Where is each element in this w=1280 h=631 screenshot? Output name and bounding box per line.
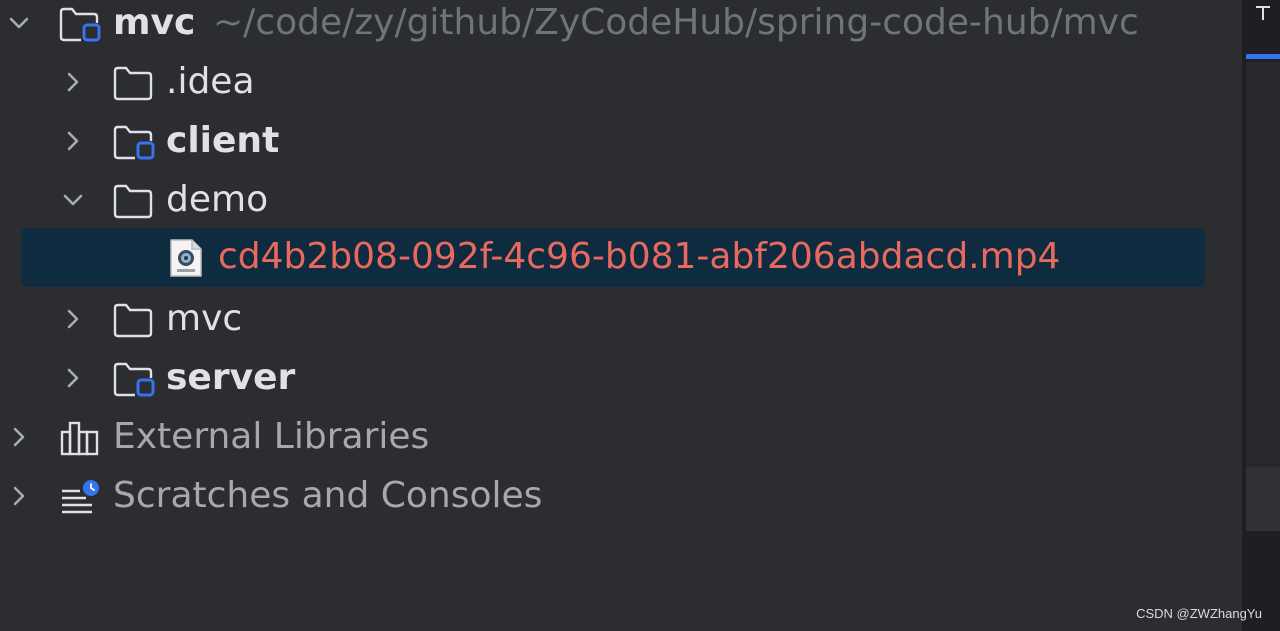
chevron-right-icon[interactable] <box>62 71 84 93</box>
module-folder-icon <box>59 7 101 42</box>
library-icon <box>60 421 99 456</box>
editor-tab-glyph <box>1256 6 1270 20</box>
tree-row-root-mvc[interactable]: mvc ~/code/zy/github/ZyCodeHub/spring-co… <box>0 0 1236 53</box>
folder-icon <box>113 66 153 101</box>
chevron-down-icon[interactable] <box>62 189 84 211</box>
editor-body <box>1246 62 1280 467</box>
tree-row-server[interactable]: server <box>0 349 1236 408</box>
folder-icon <box>113 303 153 338</box>
folder-icon <box>113 184 153 219</box>
folder-name: server <box>166 357 296 398</box>
folder-name: .idea <box>166 61 255 102</box>
chevron-right-icon[interactable] <box>62 308 84 330</box>
tree-row-mvc[interactable]: mvc <box>0 290 1236 349</box>
folder-name: client <box>166 120 280 161</box>
tree-row-external-libraries[interactable]: External Libraries <box>0 408 1236 467</box>
folder-name: mvc <box>166 298 243 339</box>
tree-row-client[interactable]: client <box>0 112 1236 171</box>
chevron-right-icon[interactable] <box>62 367 84 389</box>
project-tool-window: mvc ~/code/zy/github/ZyCodeHub/spring-co… <box>0 0 1243 631</box>
folder-name: demo <box>166 179 269 220</box>
active-tab-indicator <box>1246 54 1280 59</box>
root-folder-name: mvc <box>113 2 196 43</box>
module-folder-icon <box>113 125 155 160</box>
tree-row-scratches[interactable]: Scratches and Consoles <box>0 467 1236 526</box>
file-name: cd4b2b08-092f-4c96-b081-abf206abdacd.mp4 <box>218 236 1061 277</box>
scratches-icon <box>62 480 99 514</box>
mp4-file-icon <box>170 239 202 277</box>
chevron-right-icon[interactable] <box>8 426 30 448</box>
editor-area <box>1244 0 1280 631</box>
chevron-down-icon[interactable] <box>8 12 30 34</box>
scratches-label: Scratches and Consoles <box>113 475 543 516</box>
tree-row-mp4-file[interactable]: cd4b2b08-092f-4c96-b081-abf206abdacd.mp4 <box>0 228 1236 287</box>
tree-row-demo[interactable]: demo <box>0 171 1236 230</box>
external-libraries-label: External Libraries <box>113 416 430 457</box>
watermark: CSDN @ZWZhangYu <box>1136 606 1262 621</box>
chevron-right-icon[interactable] <box>62 130 84 152</box>
editor-gutter-strip <box>1246 467 1280 531</box>
module-folder-icon <box>113 362 155 397</box>
tree-row-idea[interactable]: .idea <box>0 53 1236 112</box>
root-folder-path: ~/code/zy/github/ZyCodeHub/spring-code-h… <box>213 2 1139 43</box>
chevron-right-icon[interactable] <box>8 485 30 507</box>
